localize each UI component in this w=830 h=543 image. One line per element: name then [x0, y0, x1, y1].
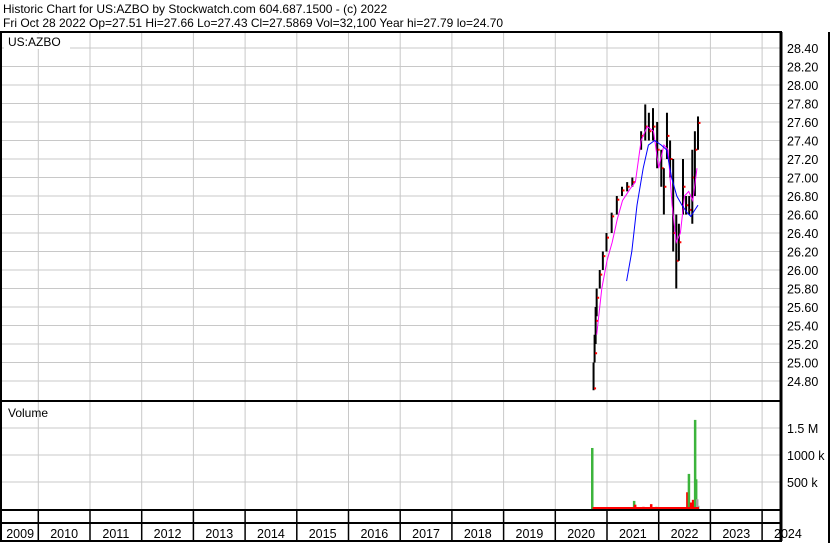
year-label: 2016	[360, 527, 388, 541]
year-label: 2018	[464, 527, 492, 541]
close-marker	[594, 387, 597, 390]
grid	[2, 32, 781, 509]
year-label: 2019	[516, 527, 544, 541]
price-tick-label: 25.00	[787, 357, 818, 371]
close-marker	[657, 148, 660, 151]
price-tick-label: 24.80	[787, 375, 818, 389]
close-marker	[627, 185, 630, 188]
price-bars	[592, 104, 701, 391]
year-label: 2022	[671, 527, 699, 541]
year-label: 2024	[774, 527, 802, 541]
year-label: 2020	[567, 527, 595, 541]
price-tick-label: 25.60	[787, 301, 818, 315]
chart-title: Historic Chart for US:AZBO by Stockwatch…	[3, 2, 387, 16]
year-label: 2017	[412, 527, 440, 541]
axes: 24.80 25.00 25.20 25.40 25.60 25.80 26.00 26.20…	[0, 31, 830, 543]
close-marker	[664, 185, 667, 188]
price-tick-label: 25.80	[787, 283, 818, 297]
volume-label: Volume	[8, 406, 48, 420]
chart-summary: Fri Oct 28 2022 Op=27.51 Hi=27.66 Lo=27.…	[3, 16, 503, 30]
price-tick-label: 28.00	[787, 79, 818, 93]
year-label: 2013	[205, 527, 233, 541]
price-tick-label: 25.40	[787, 320, 818, 334]
price-tick-label: 27.80	[787, 98, 818, 112]
price-tick-label: 27.60	[787, 116, 818, 130]
close-marker	[683, 185, 686, 188]
close-marker	[698, 121, 701, 124]
year-label: 2010	[50, 527, 78, 541]
close-marker	[653, 125, 656, 128]
year-label: 2011	[102, 527, 129, 541]
volume-bar	[591, 447, 594, 509]
symbol-label: US:AZBO	[8, 35, 61, 49]
close-marker	[600, 273, 603, 276]
price-tick-label: 28.20	[787, 61, 818, 75]
price-tick-label: 27.00	[787, 172, 818, 186]
price-tick-label: 27.40	[787, 135, 818, 149]
price-tick-label: 26.00	[787, 264, 818, 278]
price-tick-label: 26.20	[787, 246, 818, 260]
close-marker	[612, 215, 615, 218]
ma-long-line	[626, 139, 699, 282]
year-label: 2009	[6, 527, 34, 541]
close-marker	[606, 236, 609, 239]
close-marker	[679, 241, 682, 244]
price-tick-label: 28.40	[787, 42, 818, 56]
price-tick-label: 26.60	[787, 209, 818, 223]
close-marker	[649, 130, 652, 133]
price-tick-label: 26.80	[787, 190, 818, 204]
close-marker	[667, 134, 670, 137]
year-label: 2012	[154, 527, 182, 541]
plot-frame	[0, 31, 782, 542]
close-marker	[622, 189, 625, 192]
price-tick-label: 27.20	[787, 153, 818, 167]
volume-floor	[592, 507, 700, 509]
price-tick-label: 25.20	[787, 338, 818, 352]
volume-tick-label: 1000 k	[787, 449, 825, 463]
stock-chart: Historic Chart for US:AZBO by Stockwatch…	[0, 2, 830, 543]
close-marker	[617, 198, 620, 201]
year-label: 2014	[257, 527, 285, 541]
close-marker	[603, 255, 606, 258]
year-label: 2015	[309, 527, 337, 541]
year-label: 2023	[722, 527, 750, 541]
close-marker	[595, 352, 598, 355]
close-marker	[597, 296, 600, 299]
price-tick-label: 26.40	[787, 227, 818, 241]
volume-tick-label: 500 k	[787, 476, 818, 490]
volume-tick-label: 1.5 M	[787, 422, 818, 436]
year-label: 2021	[619, 527, 647, 541]
